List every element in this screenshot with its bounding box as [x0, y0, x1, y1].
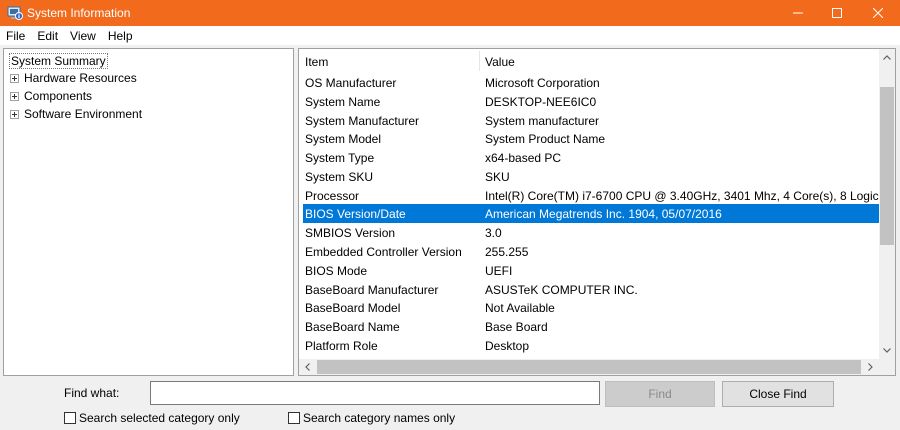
row-item: System Type — [305, 151, 375, 165]
tree-item-label: Software Environment — [24, 107, 143, 121]
row-value: Desktop — [485, 339, 530, 353]
find-what-label: Find what: — [64, 386, 120, 400]
column-header-value[interactable]: Value — [485, 55, 515, 69]
row-item: SMBIOS Version — [305, 226, 396, 240]
menu-file[interactable]: File — [0, 29, 31, 43]
checkbox-box[interactable] — [288, 412, 300, 424]
table-row[interactable]: System Name DESKTOP-NEE6IC0 — [299, 92, 879, 111]
tree-item-components[interactable]: Components — [10, 88, 92, 104]
window-title: System Information — [27, 6, 131, 20]
tree-item-label: Hardware Resources — [24, 71, 137, 85]
row-item: System Model — [305, 132, 382, 146]
menu-view[interactable]: View — [64, 29, 102, 43]
vertical-scroll-thumb[interactable] — [880, 87, 894, 245]
maximize-button[interactable] — [815, 0, 859, 26]
table-row[interactable]: Platform Role Desktop — [299, 336, 879, 355]
close-icon — [873, 8, 883, 18]
menu-help[interactable]: Help — [102, 29, 139, 43]
table-row[interactable]: BaseBoard Name Base Board — [299, 317, 879, 336]
scrollbar-corner — [879, 359, 895, 375]
table-row[interactable]: Processor Intel(R) Core(TM) i7-6700 CPU … — [299, 186, 879, 205]
row-item: Processor — [305, 189, 360, 203]
vertical-scrollbar[interactable] — [879, 49, 895, 359]
table-row[interactable]: BaseBoard Model Not Available — [299, 298, 879, 317]
category-tree[interactable]: System Summary Hardware Resources Compon… — [3, 48, 294, 376]
maximize-icon — [832, 8, 842, 18]
row-value: Microsoft Corporation — [485, 76, 600, 90]
row-item: BIOS Version/Date — [305, 207, 406, 221]
row-item: System SKU — [305, 170, 374, 184]
table-row[interactable]: System Type x64-based PC — [299, 148, 879, 167]
checkbox-label: Search category names only — [303, 411, 456, 425]
scroll-up-button[interactable] — [879, 49, 895, 66]
table-row[interactable]: System Model System Product Name — [299, 129, 879, 148]
table-row[interactable]: BIOS Mode UEFI — [299, 261, 879, 280]
chevron-right-icon — [868, 363, 873, 371]
close-button[interactable] — [856, 0, 900, 26]
tree-item-system-summary[interactable]: System Summary — [9, 53, 108, 69]
horizontal-scrollbar[interactable] — [299, 359, 879, 375]
row-item: System Name — [305, 95, 381, 109]
expand-plus-icon[interactable] — [10, 109, 19, 119]
row-value: Base Board — [485, 320, 548, 334]
row-value: UEFI — [485, 264, 513, 278]
menu-bar: File Edit View Help — [0, 26, 900, 45]
row-value: Not Available — [485, 301, 555, 315]
checkbox-box[interactable] — [64, 412, 76, 424]
row-item: BaseBoard Name — [305, 320, 400, 334]
row-value: System Product Name — [485, 132, 606, 146]
row-value: 255.255 — [485, 245, 529, 259]
table-row[interactable]: OS Manufacturer Microsoft Corporation — [299, 73, 879, 92]
row-item: System Manufacturer — [305, 114, 420, 128]
details-list[interactable]: Item Value OS Manufacturer Microsoft Cor… — [298, 48, 896, 376]
checkbox-label: Search selected category only — [79, 411, 240, 425]
close-find-button[interactable]: Close Find — [722, 381, 834, 407]
title-bar: System Information — [0, 0, 900, 26]
row-item: BaseBoard Model — [305, 301, 401, 315]
tree-item-hardware-resources[interactable]: Hardware Resources — [10, 70, 137, 86]
menu-edit[interactable]: Edit — [31, 29, 64, 43]
row-value: System manufacturer — [485, 114, 600, 128]
tree-item-software-environment[interactable]: Software Environment — [10, 106, 142, 122]
row-item: BaseBoard Manufacturer — [305, 283, 439, 297]
chevron-left-icon — [305, 363, 310, 371]
search-selected-category-checkbox[interactable]: Search selected category only — [64, 410, 240, 426]
search-category-names-checkbox[interactable]: Search category names only — [288, 410, 455, 426]
scroll-right-button[interactable] — [862, 359, 879, 375]
chevron-down-icon — [883, 348, 891, 353]
horizontal-scroll-thumb[interactable] — [317, 360, 861, 374]
tree-item-label: Components — [24, 89, 93, 103]
row-value: x64-based PC — [485, 151, 562, 165]
row-item: OS Manufacturer — [305, 76, 397, 90]
column-divider[interactable] — [479, 51, 480, 71]
row-value: American Megatrends Inc. 1904, 05/07/201… — [485, 207, 722, 221]
table-row-selected[interactable]: BIOS Version/Date American Megatrends In… — [303, 204, 879, 223]
row-value: 3.0 — [485, 226, 502, 240]
column-header-item[interactable]: Item — [305, 55, 328, 69]
row-item: BIOS Mode — [305, 264, 368, 278]
table-row[interactable]: SMBIOS Version 3.0 — [299, 223, 879, 242]
row-value: Intel(R) Core(TM) i7-6700 CPU @ 3.40GHz,… — [485, 189, 879, 203]
scroll-left-button[interactable] — [299, 359, 316, 375]
table-row[interactable]: BaseBoard Manufacturer ASUSTeK COMPUTER … — [299, 280, 879, 299]
system-information-icon — [7, 6, 23, 20]
row-value: ASUSTeK COMPUTER INC. — [485, 283, 638, 297]
table-row[interactable]: Embedded Controller Version 255.255 — [299, 242, 879, 261]
row-value: SKU — [485, 170, 510, 184]
minimize-button[interactable] — [776, 0, 820, 26]
find-what-input[interactable] — [150, 381, 600, 405]
chevron-up-icon — [883, 55, 891, 60]
expand-plus-icon[interactable] — [10, 91, 19, 101]
row-value: DESKTOP-NEE6IC0 — [485, 95, 597, 109]
row-item: Platform Role — [305, 339, 378, 353]
find-button[interactable]: Find — [605, 381, 715, 407]
minimize-icon — [793, 12, 803, 14]
list-header: Item Value — [299, 49, 879, 73]
row-item: Embedded Controller Version — [305, 245, 462, 259]
expand-plus-icon[interactable] — [10, 73, 19, 83]
table-row[interactable]: System SKU SKU — [299, 167, 879, 186]
table-row[interactable]: System Manufacturer System manufacturer — [299, 111, 879, 130]
scroll-down-button[interactable] — [879, 342, 895, 359]
